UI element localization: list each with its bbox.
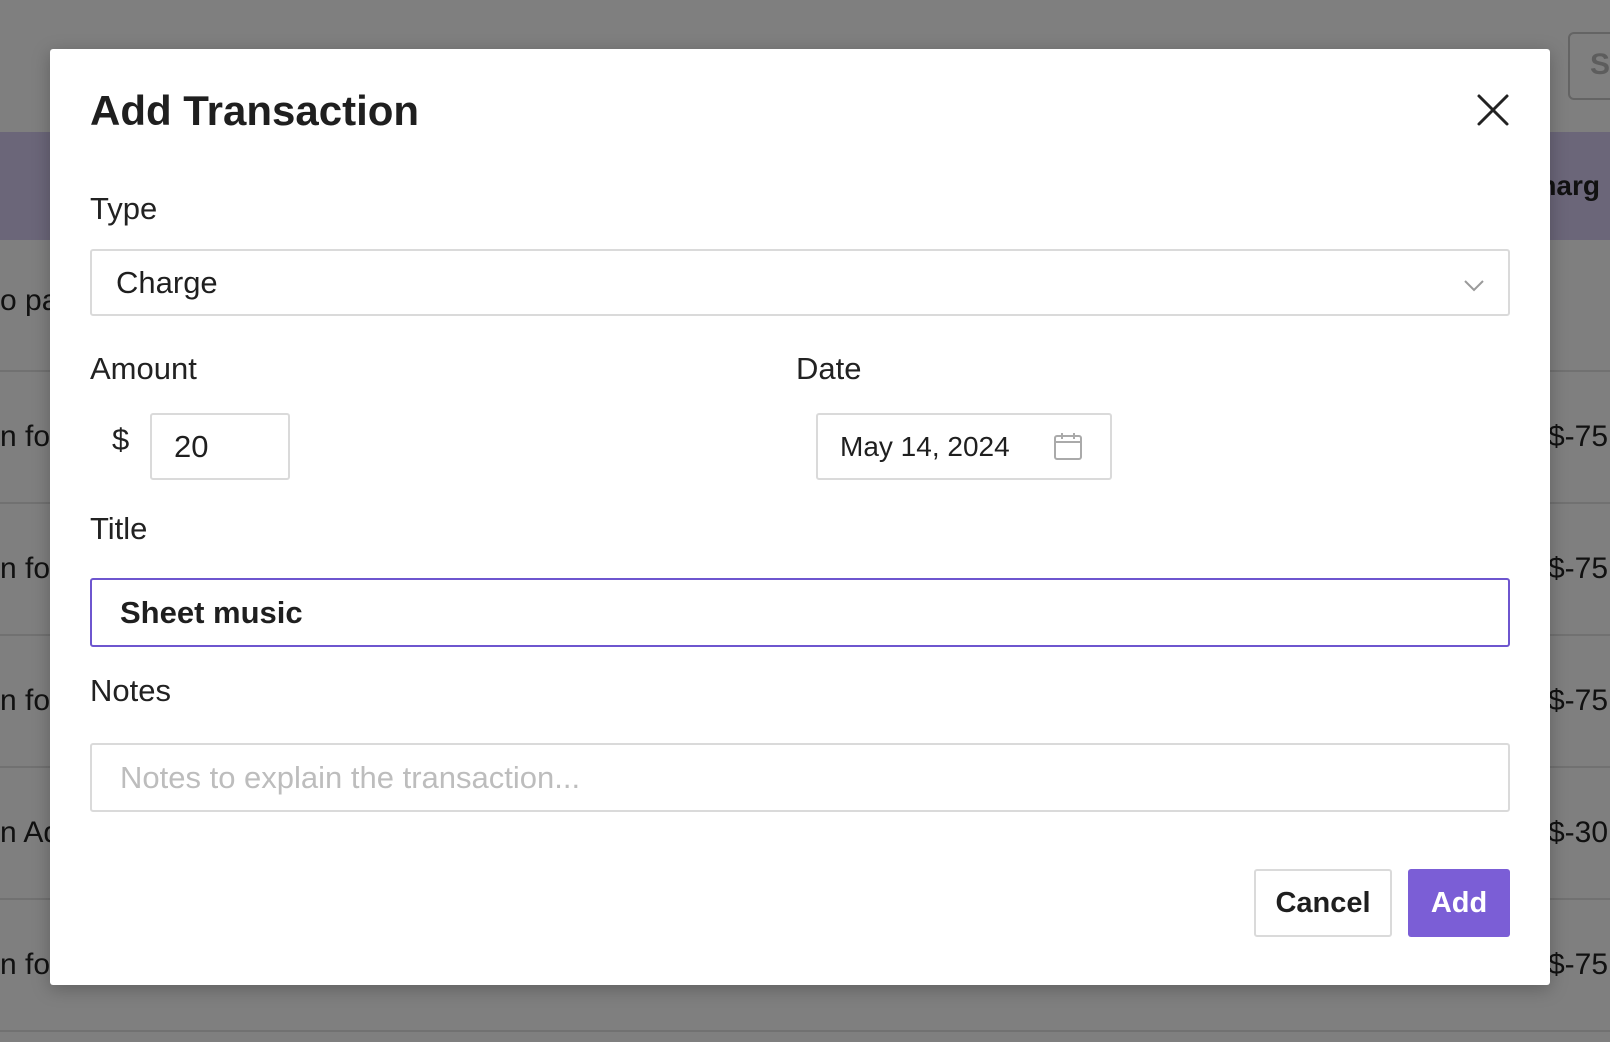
- dialog-title: Add Transaction: [90, 87, 420, 134]
- amount-label: Amount: [90, 351, 197, 386]
- date-picker[interactable]: May 14, 2024: [816, 413, 1112, 480]
- chevron-down-icon: [1464, 280, 1484, 292]
- close-icon: [1477, 94, 1509, 126]
- date-label: Date: [796, 351, 862, 386]
- cancel-button[interactable]: Cancel: [1254, 869, 1392, 937]
- calendar-icon: [1054, 433, 1082, 460]
- currency-symbol: $: [112, 422, 130, 457]
- close-button[interactable]: [1470, 87, 1516, 133]
- type-label: Type: [90, 191, 158, 226]
- title-input[interactable]: [90, 578, 1510, 647]
- notes-input[interactable]: [90, 743, 1510, 812]
- date-value: May 14, 2024: [840, 431, 1010, 462]
- amount-input[interactable]: [150, 413, 290, 480]
- type-select-value: Charge: [116, 265, 218, 300]
- add-button[interactable]: Add: [1408, 869, 1510, 937]
- type-select[interactable]: Charge: [90, 249, 1510, 316]
- add-transaction-dialog: Add Transaction Type Charge Amount $ Dat…: [50, 49, 1550, 985]
- title-label: Title: [90, 511, 148, 546]
- notes-label: Notes: [90, 673, 171, 708]
